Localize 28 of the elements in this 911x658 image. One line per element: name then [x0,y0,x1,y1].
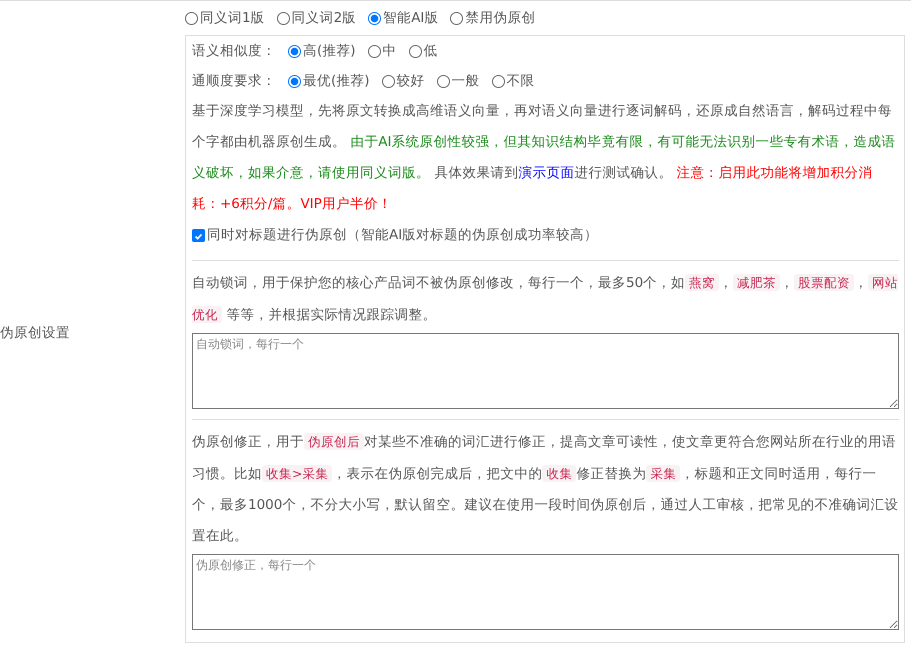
keyword-tag: 采集 [646,465,680,482]
keyword-tag: 收集 [542,465,576,482]
keyword-tag: 减肥茶 [733,274,780,291]
setting-label: 语义相似度： [192,42,276,60]
option-radio[interactable]: 低 [408,42,438,60]
mode-radio[interactable]: 禁用伪原创 [450,9,536,27]
mode-radio[interactable]: 同义词1版 [185,9,265,27]
option-radio[interactable]: 最优(推荐) [288,72,370,90]
lock-words-field[interactable]: 自动锁词，每行一个 [192,333,899,409]
keyword-tag: 收集>采集 [262,465,332,482]
lock-description: 自动锁词，用于保护您的核心产品词不被伪原创修改，每行一个，最多50个，如 燕窝 ， 减肥茶 ， 股票配资 ， 网站优化 等等，并根据实际情况跟踪调整。 [192,273,899,325]
option-radio[interactable]: 一般 [436,72,480,90]
keyword-tag: 股票配资 [794,274,854,291]
correction-field[interactable]: 伪原创修正，每行一个 [192,554,899,630]
option-radio[interactable]: 高(推荐) [288,42,356,60]
option-radio[interactable]: 中 [368,42,397,60]
mode-radio[interactable]: 智能AI版 [368,9,438,27]
row-label: 伪原创设置 [0,324,70,342]
mode-radio[interactable]: 同义词2版 [276,9,356,27]
title-checkbox[interactable]: 同时对标题进行伪原创（智能AI版对标题的伪原创成功率较高） [192,220,899,250]
correction-description: 伪原创修正，用于 伪原创后 对某些不准确的词汇进行修正，提高文章可读性，使文章更符合您网站所在行业的用语习惯。比如 收集>采集 ，表示在伪原创完成后，把文中的 收集 修正替换为 采集 ，标题和正文同时适用，每行一个，最多1000个，不分大小写，默认留空。建议在使用一段时间伪原创后，通过人工审核，把常见的不准确词汇设置在此。 [192,432,899,546]
keyword-tag: 燕窝 [685,274,720,291]
keyword-tag: 伪原创后 [304,433,364,450]
setting-label: 通顺度要求： [192,72,276,90]
option-radio[interactable]: 不限 [492,72,535,90]
demo-link[interactable]: 演示页面 [518,165,574,181]
option-radio[interactable]: 较好 [382,72,425,90]
description-text: 基于深度学习模型，先将原文转换成高维语义向量，再对语义向量进行逐词解码，还原成自然语言，解码过程中每个字都由机器原创生成。 由于AI系统原创性较强，但其知识结构毕竟有限，有可能无法识别一些专有术语，造成语义破坏，如果介意，请使用同义词版。 具体效果请到演示页面进行测试确认。 注意：启用此功能将增加积分消耗：+6积分/篇。VIP用户半价！ [192,102,897,214]
